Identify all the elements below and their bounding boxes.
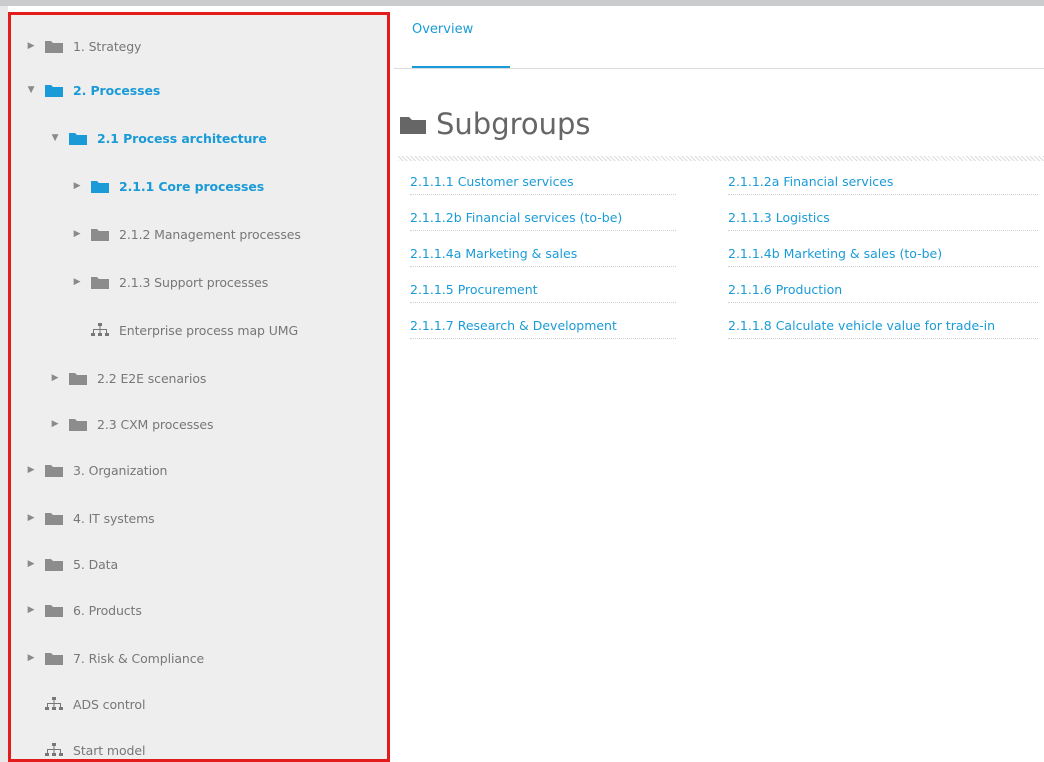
subgroups-heading: Subgroups (400, 104, 591, 144)
expand-arrow-icon[interactable]: ▶ (49, 419, 61, 429)
subgroups-title: Subgroups (436, 107, 591, 141)
subgroup-link-logistics[interactable]: 2.1.1.3 Logistics (728, 206, 1038, 231)
folder-icon (91, 179, 109, 193)
expand-arrow-icon[interactable]: ▶ (25, 513, 37, 523)
tree-item-label: 3. Organization (73, 462, 168, 478)
tree-item-strategy[interactable]: ▶ 1. Strategy (25, 31, 387, 61)
subgroup-link-procurement[interactable]: 2.1.1.5 Procurement (410, 278, 676, 303)
tree-item-e2e-scenarios[interactable]: ▶ 2.2 E2E scenarios (49, 363, 387, 393)
tree-item-products[interactable]: ▶ 6. Products (25, 595, 387, 625)
tree-item-label: 7. Risk & Compliance (73, 650, 205, 666)
tree-item-ads-control[interactable]: ADS control (45, 689, 387, 719)
tree-item-start-model[interactable]: Start model (45, 735, 387, 759)
collapse-arrow-icon[interactable]: ▼ (49, 133, 61, 143)
tree-item-label: Enterprise process map UMG (119, 322, 299, 338)
tree-item-it-systems[interactable]: ▶ 4. IT systems (25, 503, 387, 533)
folder-icon (45, 603, 63, 617)
tree-item-label: 2.1.2 Management processes (119, 226, 301, 242)
folder-icon (45, 463, 63, 477)
expand-arrow-icon[interactable]: ▶ (25, 605, 37, 615)
subgroup-link-financial-services[interactable]: 2.1.1.2a Financial services (728, 170, 1038, 195)
expand-arrow-icon[interactable]: ▶ (25, 465, 37, 475)
folder-icon (69, 371, 87, 385)
tree-item-label: 2.2 E2E scenarios (97, 370, 207, 386)
tree-item-label: 6. Products (73, 602, 142, 618)
subgroup-link-financial-services-to-be[interactable]: 2.1.1.2b Financial services (to-be) (410, 206, 676, 231)
tree-item-organization[interactable]: ▶ 3. Organization (25, 455, 387, 485)
tree-item-process-architecture[interactable]: ▼ 2.1 Process architecture (49, 123, 387, 153)
tree-item-support-processes[interactable]: ▶ 2.1.3 Support processes (71, 267, 387, 297)
subgroup-link-research-development[interactable]: 2.1.1.7 Research & Development (410, 314, 676, 339)
window-left-edge (0, 6, 8, 762)
subgroup-link-customer-services[interactable]: 2.1.1.1 Customer services (410, 170, 676, 195)
tree-item-enterprise-process-map[interactable]: Enterprise process map UMG (91, 315, 387, 345)
tab-bar: Overview (394, 6, 1044, 70)
folder-icon (45, 39, 63, 53)
expand-arrow-icon[interactable]: ▶ (71, 181, 83, 191)
expand-arrow-icon[interactable]: ▶ (25, 559, 37, 569)
tree-item-label: 2.1 Process architecture (97, 130, 267, 146)
tree-item-management-processes[interactable]: ▶ 2.1.2 Management processes (71, 219, 387, 249)
tree-item-label: 2. Processes (73, 82, 161, 98)
tree-item-processes[interactable]: ▼ 2. Processes (25, 75, 387, 105)
folder-icon (45, 651, 63, 665)
folder-icon (91, 227, 109, 241)
tree-item-label: 2.1.1 Core processes (119, 178, 265, 194)
tree-item-data[interactable]: ▶ 5. Data (25, 549, 387, 579)
tree-item-label: 2.1.3 Support processes (119, 274, 269, 290)
tree-item-label: 1. Strategy (73, 38, 142, 54)
folder-icon (400, 114, 426, 134)
folder-icon (45, 557, 63, 571)
tree-item-label: 4. IT systems (73, 510, 155, 526)
folder-icon (45, 83, 63, 97)
model-icon (45, 743, 63, 757)
subgroup-link-marketing-sales-to-be[interactable]: 2.1.1.4b Marketing & sales (to-be) (728, 242, 1038, 267)
subgroup-link-calculate-vehicle-value[interactable]: 2.1.1.8 Calculate vehicle value for trad… (728, 314, 1038, 339)
navigation-tree: ▶ 1. Strategy ▼ 2. Processes ▼ 2.1 Proce… (8, 12, 390, 762)
folder-icon (91, 275, 109, 289)
tree-item-label: Start model (73, 742, 146, 758)
expand-arrow-icon[interactable]: ▶ (25, 653, 37, 663)
tree-item-label: 5. Data (73, 556, 119, 572)
model-icon (91, 323, 109, 337)
tree-item-label: 2.3 CXM processes (97, 416, 214, 432)
tree-item-risk-compliance[interactable]: ▶ 7. Risk & Compliance (25, 643, 387, 673)
expand-arrow-icon[interactable]: ▶ (71, 229, 83, 239)
section-divider (398, 156, 1044, 161)
folder-icon (69, 417, 87, 431)
tree-item-cxm-processes[interactable]: ▶ 2.3 CXM processes (49, 409, 387, 439)
model-icon (45, 697, 63, 711)
tree-item-core-processes[interactable]: ▶ 2.1.1 Core processes (71, 171, 387, 201)
folder-icon (45, 511, 63, 525)
expand-arrow-icon[interactable]: ▶ (71, 277, 83, 287)
collapse-arrow-icon[interactable]: ▼ (25, 85, 37, 95)
tab-divider (394, 68, 1044, 69)
subgroup-link-marketing-sales[interactable]: 2.1.1.4a Marketing & sales (410, 242, 676, 267)
folder-icon (69, 131, 87, 145)
expand-arrow-icon[interactable]: ▶ (25, 41, 37, 51)
tab-overview[interactable]: Overview (412, 22, 473, 37)
expand-arrow-icon[interactable]: ▶ (49, 373, 61, 383)
tree-item-label: ADS control (73, 696, 146, 712)
subgroup-link-production[interactable]: 2.1.1.6 Production (728, 278, 1038, 303)
